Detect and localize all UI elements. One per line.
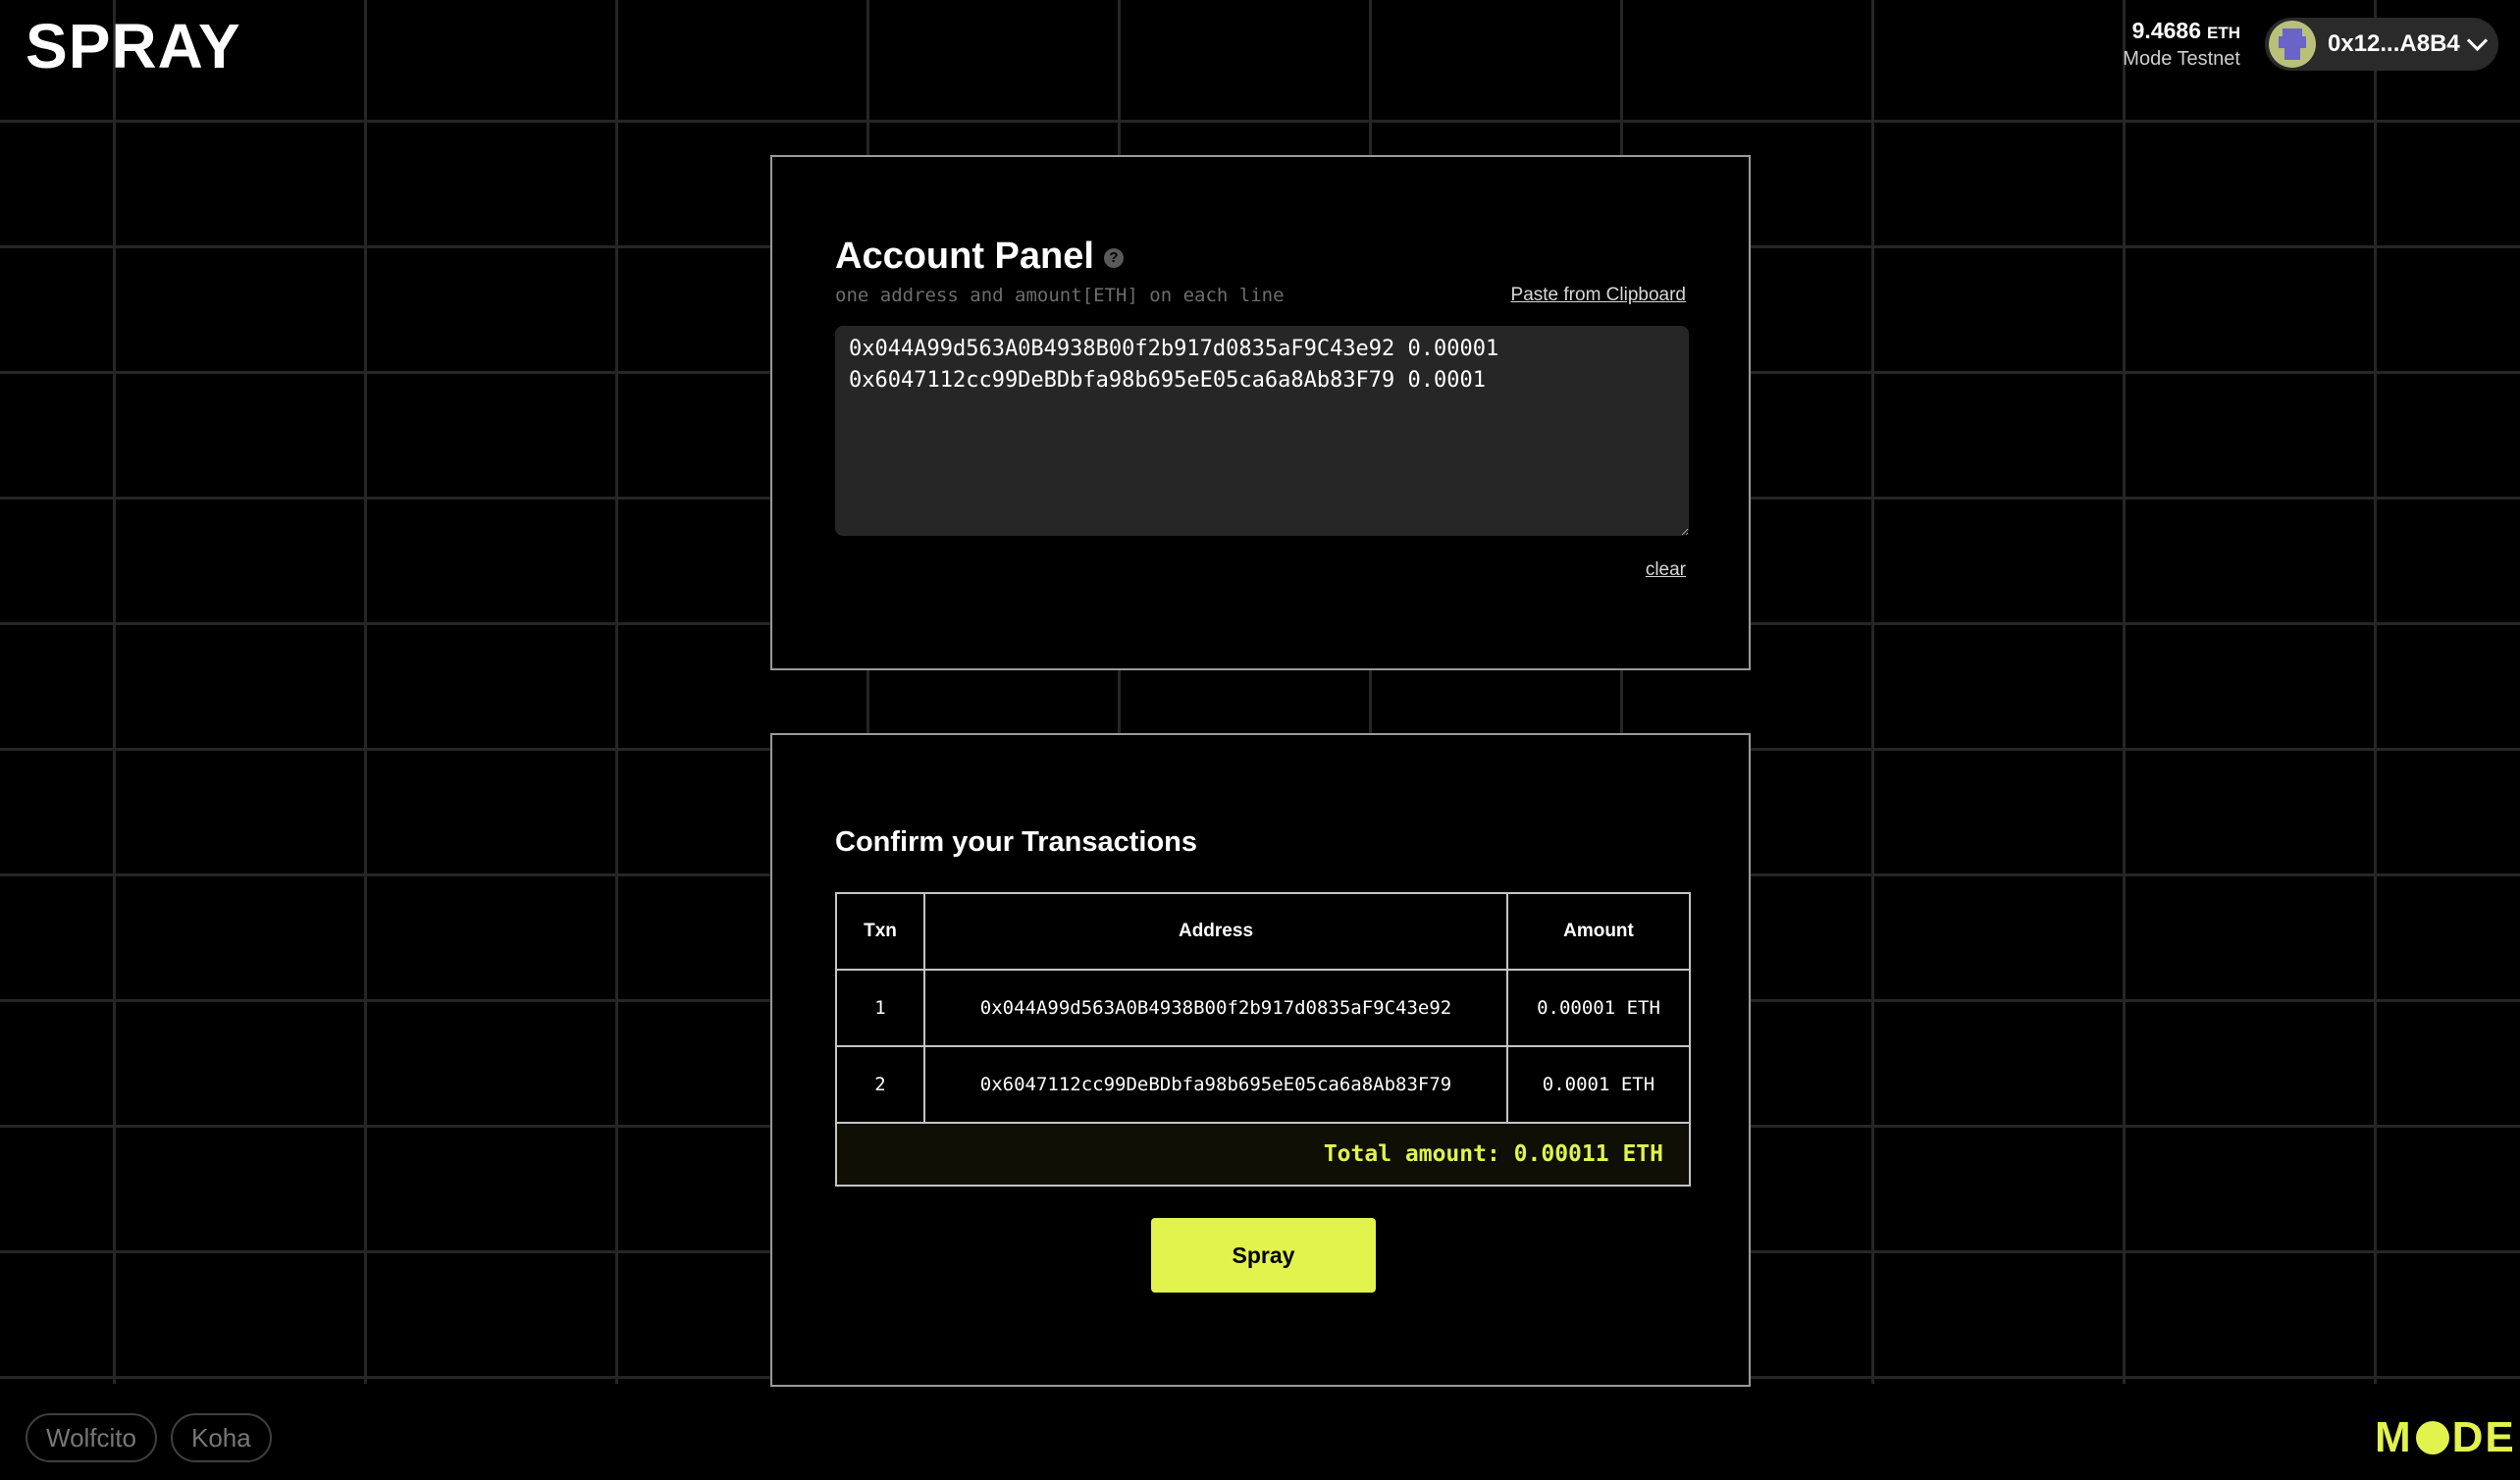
transactions-table: Txn Address Amount 1 0x044A99d563A0B4938…: [835, 892, 1691, 1187]
spray-button[interactable]: Spray: [1151, 1218, 1376, 1293]
row-amount: 0.0001 ETH: [1506, 1045, 1691, 1124]
paste-from-clipboard-link[interactable]: Paste from Clipboard: [1511, 285, 1686, 306]
account-panel-title-text: Account Panel: [835, 236, 1094, 277]
header-address: Address: [923, 892, 1508, 971]
footer-link-koha[interactable]: Koha: [171, 1413, 272, 1462]
balance-value: 9.4686: [2131, 18, 2201, 43]
network-name: Mode Testnet: [2123, 48, 2240, 70]
app-logo[interactable]: SPRAY: [26, 10, 241, 82]
table-header-row: Txn Address Amount: [835, 892, 1691, 971]
row-amount: 0.00001 ETH: [1506, 969, 1691, 1047]
balance-unit: ETH: [2207, 24, 2240, 42]
chevron-down-icon: [2466, 29, 2488, 51]
mode-logo[interactable]: M DE: [2375, 1413, 2516, 1462]
avatar: [2269, 21, 2316, 68]
header-amount: Amount: [1506, 892, 1691, 971]
balance-line: 9.4686 ETH: [2123, 18, 2240, 44]
address-amount-input[interactable]: [835, 326, 1689, 536]
mode-logo-right: DE: [2451, 1413, 2516, 1461]
confirm-title: Confirm your Transactions: [835, 826, 1198, 858]
address-hint: one address and amount[ETH] on each line: [835, 285, 1285, 306]
row-address: 0x044A99d563A0B4938B00f2b917d0835aF9C43e…: [923, 969, 1508, 1047]
row-txn: 1: [835, 969, 925, 1047]
header-txn: Txn: [835, 892, 925, 971]
balance-display: 9.4686 ETH Mode Testnet: [2123, 18, 2240, 71]
account-panel-title: Account Panel?: [835, 236, 1124, 278]
confirm-panel: Confirm your Transactions Txn Address Am…: [770, 733, 1751, 1387]
wallet-button[interactable]: 0x12...A8B4: [2265, 18, 2498, 71]
table-row: 1 0x044A99d563A0B4938B00f2b917d0835aF9C4…: [835, 969, 1691, 1047]
wallet-address: 0x12...A8B4: [2328, 30, 2460, 57]
help-icon[interactable]: ?: [1103, 247, 1124, 268]
row-address: 0x6047112cc99DeBDbfa98b695eE05ca6a8Ab83F…: [923, 1045, 1508, 1124]
account-panel: Account Panel? one address and amount[ET…: [770, 155, 1751, 670]
footer-link-wolfcito[interactable]: Wolfcito: [26, 1413, 157, 1462]
table-row: 2 0x6047112cc99DeBDbfa98b695eE05ca6a8Ab8…: [835, 1045, 1691, 1124]
total-row: Total amount: 0.00011 ETH: [835, 1122, 1691, 1187]
mode-logo-left: M: [2375, 1413, 2413, 1461]
clear-link[interactable]: clear: [1646, 559, 1686, 581]
footer-band: [0, 1384, 2520, 1480]
mode-logo-dot: [2415, 1421, 2449, 1454]
row-txn: 2: [835, 1045, 925, 1124]
total-amount: Total amount: 0.00011 ETH: [835, 1122, 1691, 1187]
